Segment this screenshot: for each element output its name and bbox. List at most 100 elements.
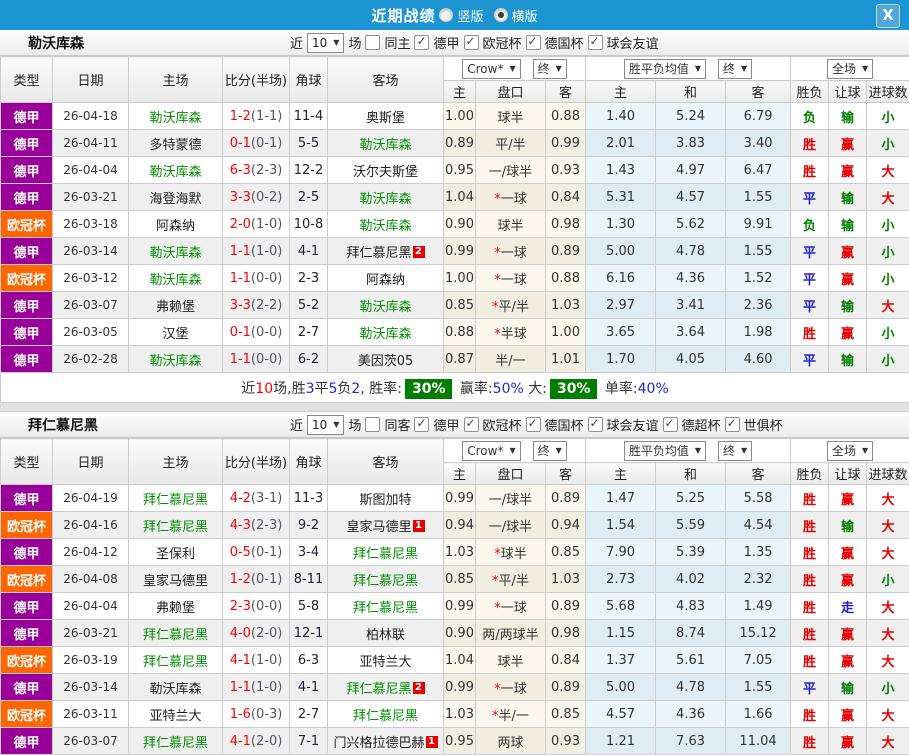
avg-home: 5.31: [586, 184, 656, 211]
competition-checkbox[interactable]: [414, 417, 429, 432]
corners: 4-1: [290, 238, 328, 265]
half-score: (1-0): [251, 244, 282, 259]
result-handicap: 赢: [829, 701, 867, 728]
final-odds-select[interactable]: 终▼: [533, 441, 567, 461]
match-row: 德甲26-04-12圣保利0-5(0-1)3-4拜仁慕尼黑1.03*球半0.85…: [1, 539, 909, 566]
competition-label: 世俱杯: [744, 415, 783, 434]
recent-results-panel: 近期战绩 竖版 横版 X 勒沃库森近10▼场同主德甲欧冠杯德国杯球会友谊类型日期…: [0, 0, 909, 750]
odds-home: 0.95: [444, 157, 476, 184]
competition-checkbox[interactable]: [526, 35, 541, 50]
match-date: 26-03-11: [53, 701, 129, 728]
layout-radio-group: 竖版 横版: [439, 6, 537, 25]
avg-away: 4.54: [726, 512, 791, 539]
dropdown-arrow-icon: ▼: [741, 446, 747, 455]
competition-checkbox[interactable]: [725, 417, 740, 432]
odds-away: 1.01: [546, 346, 586, 373]
match-date: 26-03-19: [53, 647, 129, 674]
odds-home: 0.85: [444, 292, 476, 319]
radio-vertical-layout[interactable]: 竖版: [439, 6, 483, 25]
same-venue-checkbox[interactable]: [365, 417, 380, 432]
handicap: *一球: [476, 593, 546, 620]
match-count-select[interactable]: 10▼: [307, 415, 344, 435]
score-cell: 1-1(0-0): [223, 346, 290, 373]
avg-home: 7.90: [586, 539, 656, 566]
result-outcome: 胜: [791, 593, 829, 620]
competition-checkbox[interactable]: [414, 35, 429, 50]
result-handicap: 输: [829, 211, 867, 238]
same-venue-checkbox[interactable]: [365, 35, 380, 50]
result-outcome: 平: [791, 346, 829, 373]
avg-home: 2.01: [586, 130, 656, 157]
column-header: 客场: [328, 439, 444, 485]
final-odds-select-value: 终: [538, 60, 550, 77]
score-cell: 1-1(1-0): [223, 674, 290, 701]
team-title: 拜仁慕尼黑: [28, 415, 98, 435]
company-select[interactable]: Crow*▼: [462, 441, 520, 461]
odds-away: 0.88: [546, 265, 586, 292]
summary-segment: 2: [351, 381, 360, 397]
full-score: 4-2: [230, 491, 251, 506]
score-cell: 0-1(0-1): [223, 130, 290, 157]
results-table: 类型日期主场比分(半场)角球客场Crow*▼终▼胜平负均值▼终▼全场▼主盘口客主…: [0, 56, 909, 403]
final-odds-select[interactable]: 终▼: [533, 59, 567, 79]
match-count-select[interactable]: 10▼: [307, 33, 344, 53]
match-date: 26-04-12: [53, 539, 129, 566]
competition-checkbox[interactable]: [588, 35, 603, 50]
handicap: *一球: [476, 265, 546, 292]
half-score: (1-0): [251, 217, 282, 232]
odds-home: 0.99: [444, 593, 476, 620]
match-row: 德甲26-03-21海登海默3-3(0-2)2-5勒沃库森1.04*一球0.84…: [1, 184, 909, 211]
odds-away: 0.85: [546, 539, 586, 566]
final-avg-select[interactable]: 终▼: [718, 441, 752, 461]
scope-select[interactable]: 全场▼: [827, 441, 873, 461]
result-outcome: 胜: [791, 620, 829, 647]
scope-select[interactable]: 全场▼: [827, 59, 873, 79]
result-goals: 大: [867, 157, 909, 184]
match-row: 德甲26-03-14勒沃库森1-1(1-0)4-1拜仁慕尼黑20.99*一球0.…: [1, 238, 909, 265]
result-outcome: 负: [791, 211, 829, 238]
section-divider: [0, 403, 909, 412]
sub-column-header: 盘口: [476, 81, 546, 103]
result-handicap: 输: [829, 103, 867, 130]
result-outcome: 胜: [791, 701, 829, 728]
result-goals: 小: [867, 265, 909, 292]
avg-home: 5.00: [586, 238, 656, 265]
star-mark: *: [494, 327, 501, 342]
avg-draw: 8.74: [656, 620, 726, 647]
result-goals: 小: [867, 319, 909, 346]
odds-home: 1.00: [444, 265, 476, 292]
radio-horizontal-layout[interactable]: 横版: [494, 6, 538, 25]
home-team: 勒沃库森: [129, 157, 223, 184]
competition-checkbox[interactable]: [663, 417, 678, 432]
avg-home: 5.00: [586, 674, 656, 701]
summary-segment: 30%: [405, 379, 453, 399]
competition-badge: 德甲: [1, 593, 53, 620]
home-team: 弗赖堡: [129, 292, 223, 319]
close-button[interactable]: X: [876, 4, 900, 28]
result-handicap: 赢: [829, 130, 867, 157]
sub-column-header: 和: [656, 81, 726, 103]
avg-select[interactable]: 胜平负均值▼: [624, 59, 706, 79]
odds-home: 0.90: [444, 620, 476, 647]
score-cell: 3-3(0-2): [223, 184, 290, 211]
dropdown-arrow-icon: ▼: [509, 64, 515, 73]
final-avg-select[interactable]: 终▼: [718, 59, 752, 79]
away-team: 拜仁慕尼黑2: [328, 674, 444, 701]
avg-select[interactable]: 胜平负均值▼: [624, 441, 706, 461]
competition-checkbox[interactable]: [526, 417, 541, 432]
result-outcome: 平: [791, 184, 829, 211]
odds-home: 1.03: [444, 701, 476, 728]
half-score: (0-2): [251, 190, 282, 205]
competition-badge: 德甲: [1, 292, 53, 319]
competition-checkbox[interactable]: [464, 35, 479, 50]
radio-vertical-label: 竖版: [457, 6, 483, 25]
match-row: 德甲26-04-19拜仁慕尼黑4-2(3-1)11-3斯图加特0.99一/球半0…: [1, 485, 909, 512]
competition-checkbox[interactable]: [588, 417, 603, 432]
competition-checkbox[interactable]: [464, 417, 479, 432]
corners: 4-1: [290, 674, 328, 701]
full-score: 3-3: [230, 190, 251, 205]
company-select[interactable]: Crow*▼: [462, 59, 520, 79]
result-goals: 小: [867, 238, 909, 265]
odds-away: 0.88: [546, 103, 586, 130]
match-date: 26-03-21: [53, 620, 129, 647]
